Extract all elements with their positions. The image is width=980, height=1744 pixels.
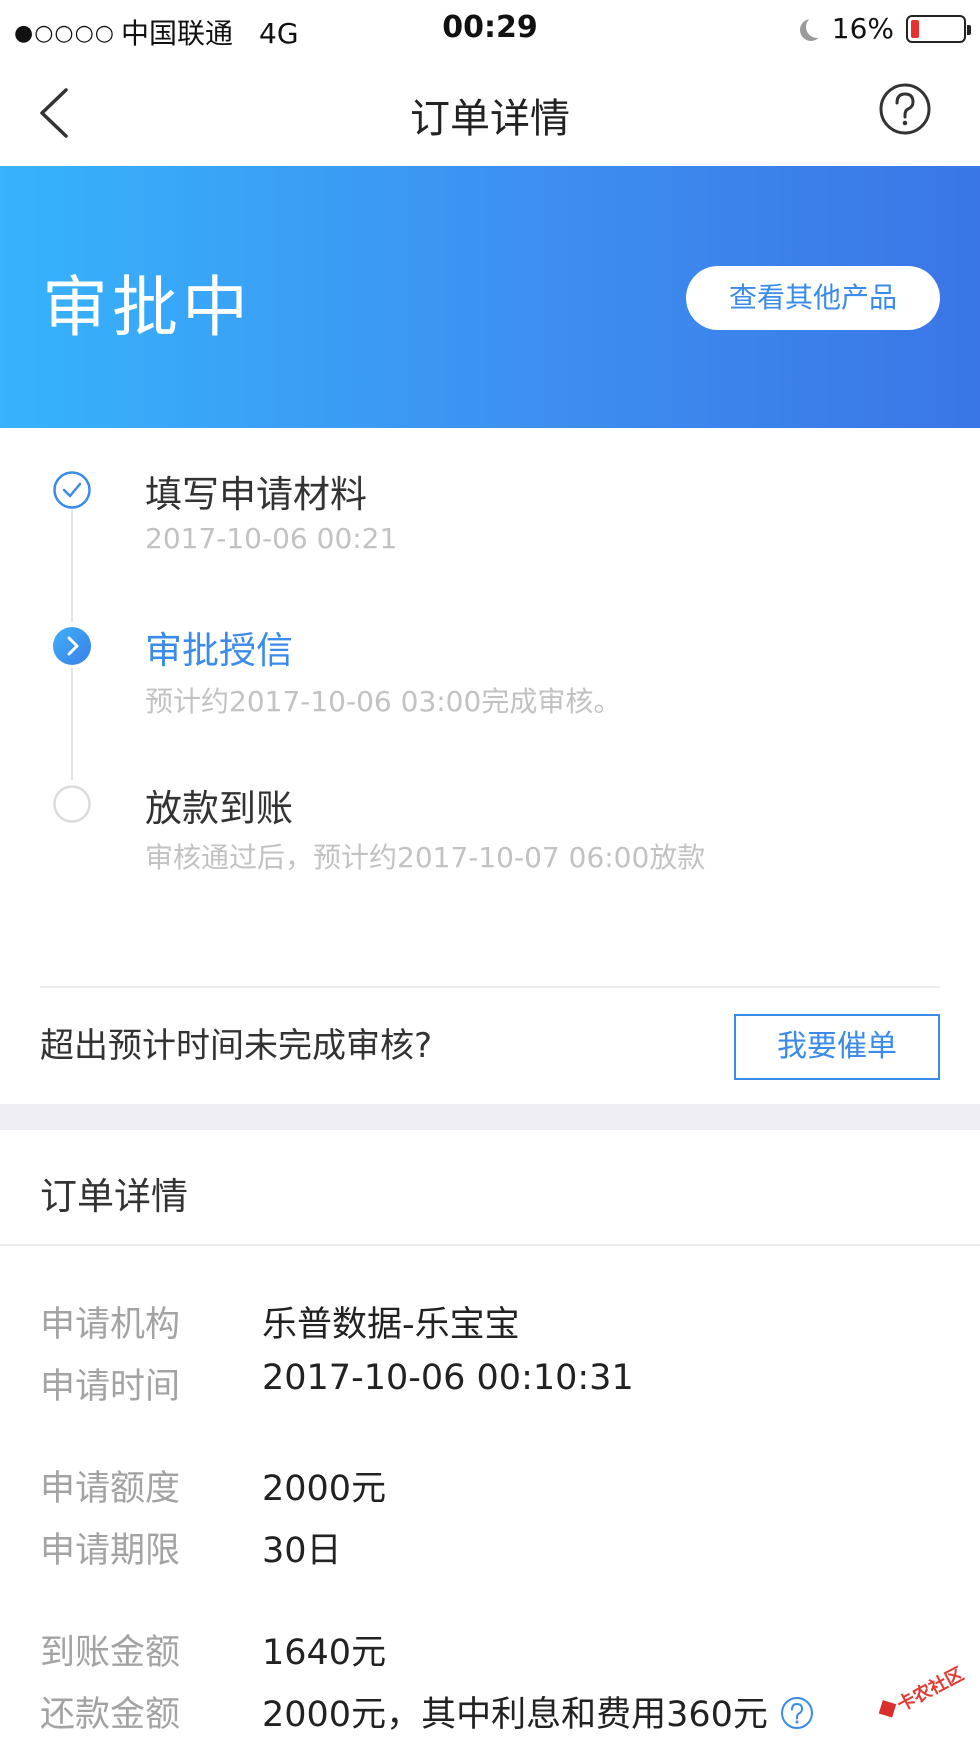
progress-timeline: 填写申请材料 2017-10-06 00:21 审批授信 预计约2017-10-… — [0, 428, 980, 988]
page-title: 订单详情 — [410, 96, 570, 142]
timeline-step-title: 填写申请材料 — [145, 473, 367, 516]
divider — [0, 1244, 980, 1246]
battery-percent: 16% — [831, 12, 894, 45]
detail-label: 申请期限 — [40, 1531, 181, 1571]
question-circle-icon[interactable] — [878, 82, 932, 136]
battery-fill — [911, 19, 919, 38]
repayment-value-text: 2000元，其中利息和费用360元 — [262, 1695, 768, 1735]
do-not-disturb-moon-icon — [806, 16, 828, 38]
chevron-right-circle-icon — [53, 627, 91, 665]
detail-value: 2000元 — [262, 1469, 387, 1509]
nav-bar: 订单详情 — [0, 56, 980, 166]
timeline-step-subtitle: 2017-10-06 00:21 — [145, 522, 398, 555]
urge-question: 超出预计时间未完成审核? — [40, 1026, 433, 1066]
section-title: 订单详情 — [40, 1175, 188, 1218]
timeline-step-title: 放款到账 — [145, 787, 293, 830]
detail-value: 2017-10-06 00:10:31 — [262, 1358, 634, 1398]
watermark-logo: 卡农社区 — [878, 1663, 967, 1718]
status-banner: 审批中 查看其他产品 — [0, 166, 980, 428]
urge-order-button[interactable]: 我要催单 — [734, 1014, 940, 1080]
timeline-step-title: 审批授信 — [145, 629, 293, 672]
detail-row-apply-time: 申请时间 2017-10-06 00:10:31 — [0, 1358, 980, 1418]
detail-label: 申请机构 — [40, 1305, 181, 1345]
status-right: 16% — [798, 12, 971, 45]
question-circle-icon[interactable] — [780, 1696, 814, 1730]
detail-value: 2000元，其中利息和费用360元 — [262, 1686, 814, 1737]
detail-row-received: 到账金额 1640元 — [0, 1624, 980, 1684]
empty-circle-icon — [53, 785, 91, 823]
detail-row-term: 申请期限 30日 — [0, 1522, 980, 1582]
detail-value: 1640元 — [262, 1633, 387, 1673]
watermark-text: 卡农社区 — [893, 1663, 967, 1716]
status-bar: ●○○○○ 中国联通 4G 00:29 16% — [0, 0, 980, 56]
detail-label: 申请时间 — [40, 1367, 181, 1407]
detail-value: 30日 — [262, 1531, 342, 1571]
timeline-connector — [71, 668, 73, 780]
view-other-products-button[interactable]: 查看其他产品 — [686, 266, 940, 330]
timeline-step-subtitle: 预计约2017-10-06 03:00完成审核。 — [145, 685, 622, 718]
battery-icon — [906, 14, 971, 43]
urge-review-row: 超出预计时间未完成审核? 我要催单 — [0, 988, 980, 1104]
check-circle-icon — [53, 471, 91, 509]
detail-label: 还款金额 — [40, 1695, 181, 1735]
timeline-step-subtitle: 审核通过后，预计约2017-10-07 06:00放款 — [145, 841, 706, 874]
detail-row-institution: 申请机构 乐普数据-乐宝宝 — [0, 1296, 980, 1356]
detail-label: 到账金额 — [40, 1633, 181, 1673]
detail-row-amount: 申请额度 2000元 — [0, 1460, 980, 1520]
detail-value: 乐普数据-乐宝宝 — [262, 1305, 520, 1345]
detail-row-repayment: 还款金额 2000元，其中利息和费用360元 — [0, 1686, 980, 1744]
order-status: 审批中 — [42, 269, 252, 346]
timeline-connector — [71, 510, 73, 622]
detail-label: 申请额度 — [40, 1469, 181, 1509]
order-details-header: 订单详情 — [0, 1130, 980, 1246]
section-separator — [0, 1104, 980, 1130]
